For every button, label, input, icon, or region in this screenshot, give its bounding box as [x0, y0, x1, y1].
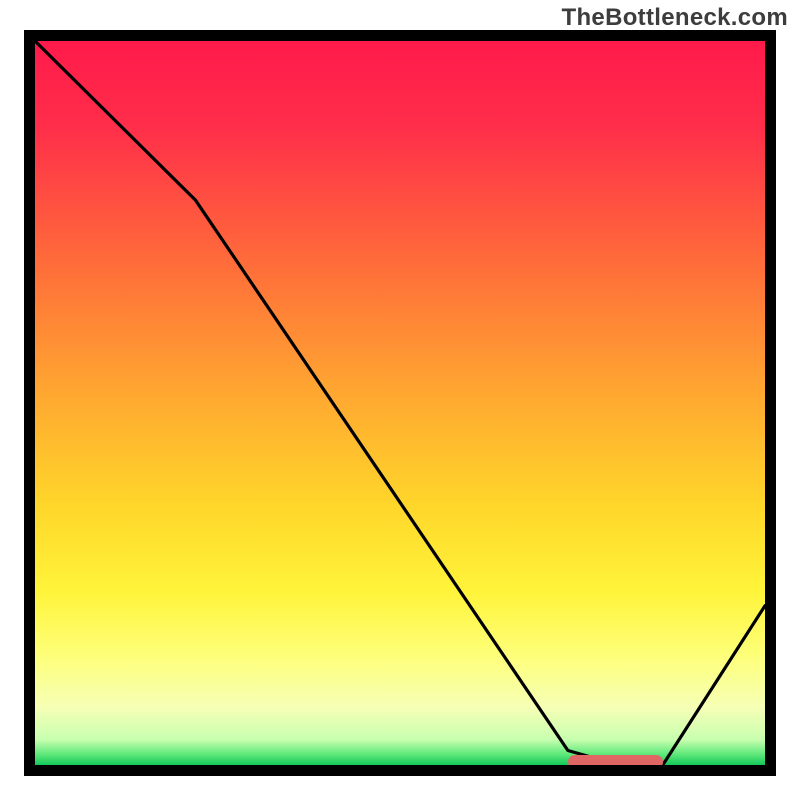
- bottleneck-curve: [35, 41, 765, 765]
- bottleneck-chart: TheBottleneck.com: [0, 0, 800, 800]
- plot-frame: [24, 30, 776, 776]
- optimal-range-marker: [568, 755, 663, 769]
- watermark-text: TheBottleneck.com: [562, 4, 788, 32]
- plot-area: [35, 41, 765, 765]
